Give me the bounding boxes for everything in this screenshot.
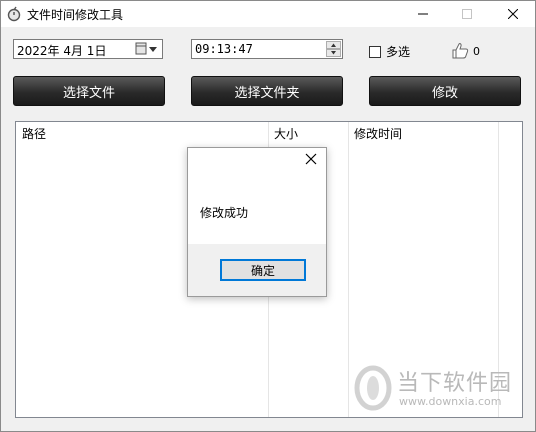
- like-count: 0: [473, 44, 480, 58]
- dialog-ok-button[interactable]: 确定: [220, 259, 306, 281]
- multi-select-label: 多选: [386, 45, 411, 59]
- dialog-footer: 确定: [188, 244, 326, 296]
- window-title: 文件时间修改工具: [27, 8, 124, 22]
- multi-select-checkbox[interactable]: [369, 45, 381, 58]
- time-picker[interactable]: 09:13:47: [191, 39, 343, 59]
- column-header-modified-time[interactable]: 修改时间: [348, 122, 498, 146]
- title-bar: 文件时间修改工具: [1, 1, 535, 27]
- watermark-title: 当下软件园: [397, 371, 513, 396]
- like-widget[interactable]: 0: [451, 42, 480, 60]
- dialog-message: 修改成功: [200, 206, 249, 220]
- app-icon: [7, 6, 21, 22]
- select-folder-button[interactable]: 选择文件夹: [191, 76, 343, 106]
- modify-button[interactable]: 修改: [369, 76, 521, 106]
- arrow-up-icon: [331, 43, 336, 47]
- column-divider: [348, 122, 349, 417]
- select-file-button[interactable]: 选择文件: [13, 76, 165, 106]
- time-value: 09:13:47: [195, 42, 253, 56]
- success-dialog: 修改成功 确定: [187, 147, 327, 297]
- watermark-logo-icon: [354, 365, 392, 411]
- spin-down-button[interactable]: [326, 49, 341, 57]
- column-header-path[interactable]: 路径: [16, 122, 268, 146]
- watermark: 当下软件园 www.downxia.com: [351, 361, 521, 417]
- close-icon: [508, 9, 518, 19]
- watermark-url: www.downxia.com: [399, 395, 502, 408]
- time-spinner[interactable]: [326, 41, 341, 57]
- thumbs-up-icon[interactable]: [451, 42, 469, 60]
- calendar-dropdown-icon[interactable]: [135, 42, 159, 56]
- close-button[interactable]: [491, 1, 535, 27]
- column-header-size[interactable]: 大小: [268, 122, 348, 146]
- minimize-button[interactable]: [401, 1, 445, 27]
- maximize-button[interactable]: [445, 1, 489, 27]
- minimize-icon: [418, 13, 428, 15]
- app-window: 文件时间修改工具 2022年 4月 1日 09:13:47 多选 0 选择文件 …: [0, 0, 536, 432]
- maximize-icon: [462, 9, 472, 19]
- date-value: 2022年 4月 1日: [17, 44, 107, 58]
- multi-select-option[interactable]: 多选: [369, 43, 410, 60]
- arrow-down-icon: [331, 51, 336, 55]
- dialog-close-icon[interactable]: [304, 152, 318, 166]
- date-picker[interactable]: 2022年 4月 1日: [13, 39, 163, 59]
- spin-up-button[interactable]: [326, 41, 341, 49]
